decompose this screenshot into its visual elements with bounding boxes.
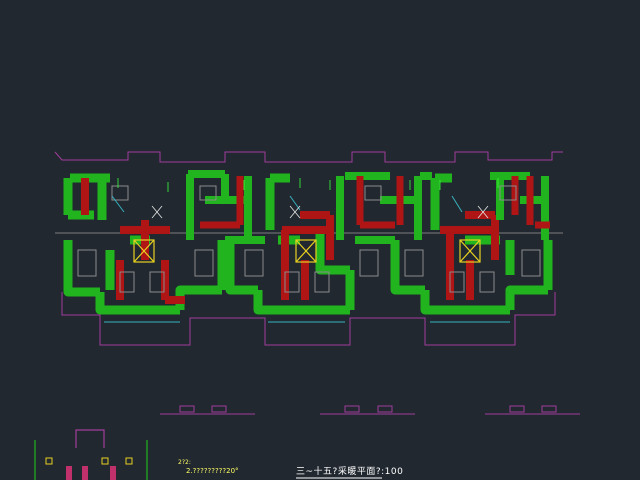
detail-strip: [160, 405, 580, 415]
drawing-title: 三~十五?采暖平面?:100: [296, 467, 404, 477]
elevator-core-center: [295, 239, 317, 263]
note-item: 2.?????????20°: [186, 467, 239, 475]
note-heading: 2?2:: [178, 459, 191, 466]
legend-detail: [34, 429, 148, 480]
cad-drawing-canvas: [34, 151, 580, 480]
